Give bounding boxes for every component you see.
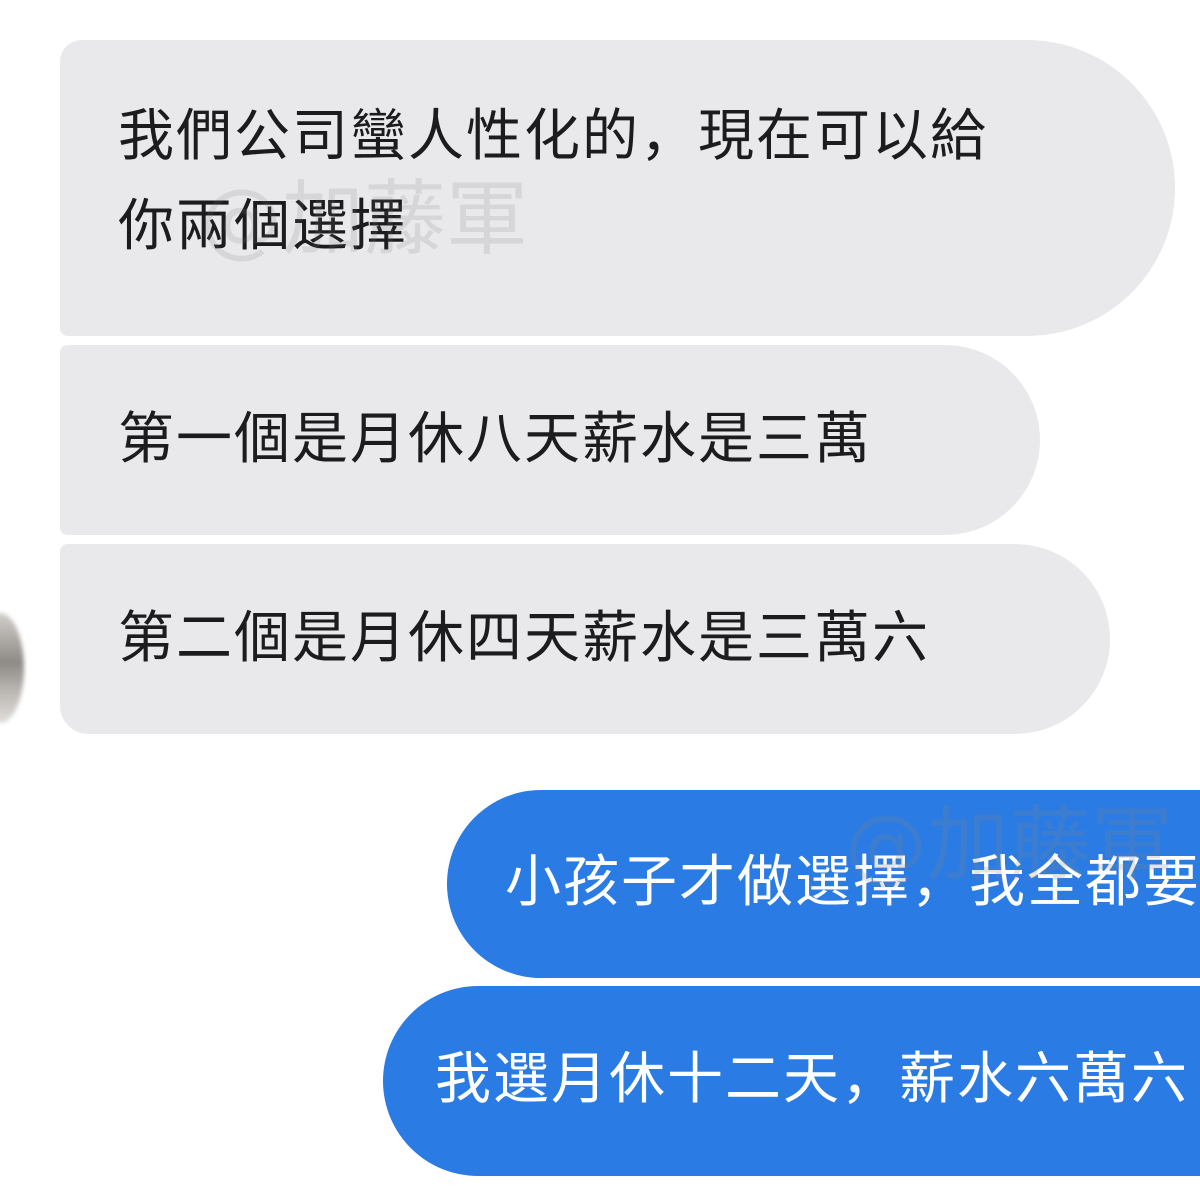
message-text-line: 你兩個選擇 [118,194,408,259]
message-text: 第二個是月休四天薪水是三萬六 [118,606,930,671]
message-text: 小孩子才做選擇，我全都要 [505,850,1200,915]
incoming-message-bubble[interactable]: 第二個是月休四天薪水是三萬六 [60,544,1110,734]
message-text-line: 我們公司蠻人性化的，現在可以給 [118,104,988,169]
outgoing-message-bubble[interactable]: 小孩子才做選擇，我全都要 [447,790,1200,978]
incoming-message-bubble[interactable]: 我們公司蠻人性化的，現在可以給 你兩個選擇 [60,40,1175,336]
message-text: 我選月休十二天，薪水六萬六 [435,1047,1189,1112]
outgoing-message-bubble[interactable]: 我選月休十二天，薪水六萬六 [383,986,1200,1176]
chat-conversation: 我們公司蠻人性化的，現在可以給 你兩個選擇 第一個是月休八天薪水是三萬 第二個是… [0,0,1200,1200]
message-text: 第一個是月休八天薪水是三萬 [118,407,872,472]
incoming-message-bubble[interactable]: 第一個是月休八天薪水是三萬 [60,345,1040,535]
sender-avatar[interactable] [0,613,24,723]
